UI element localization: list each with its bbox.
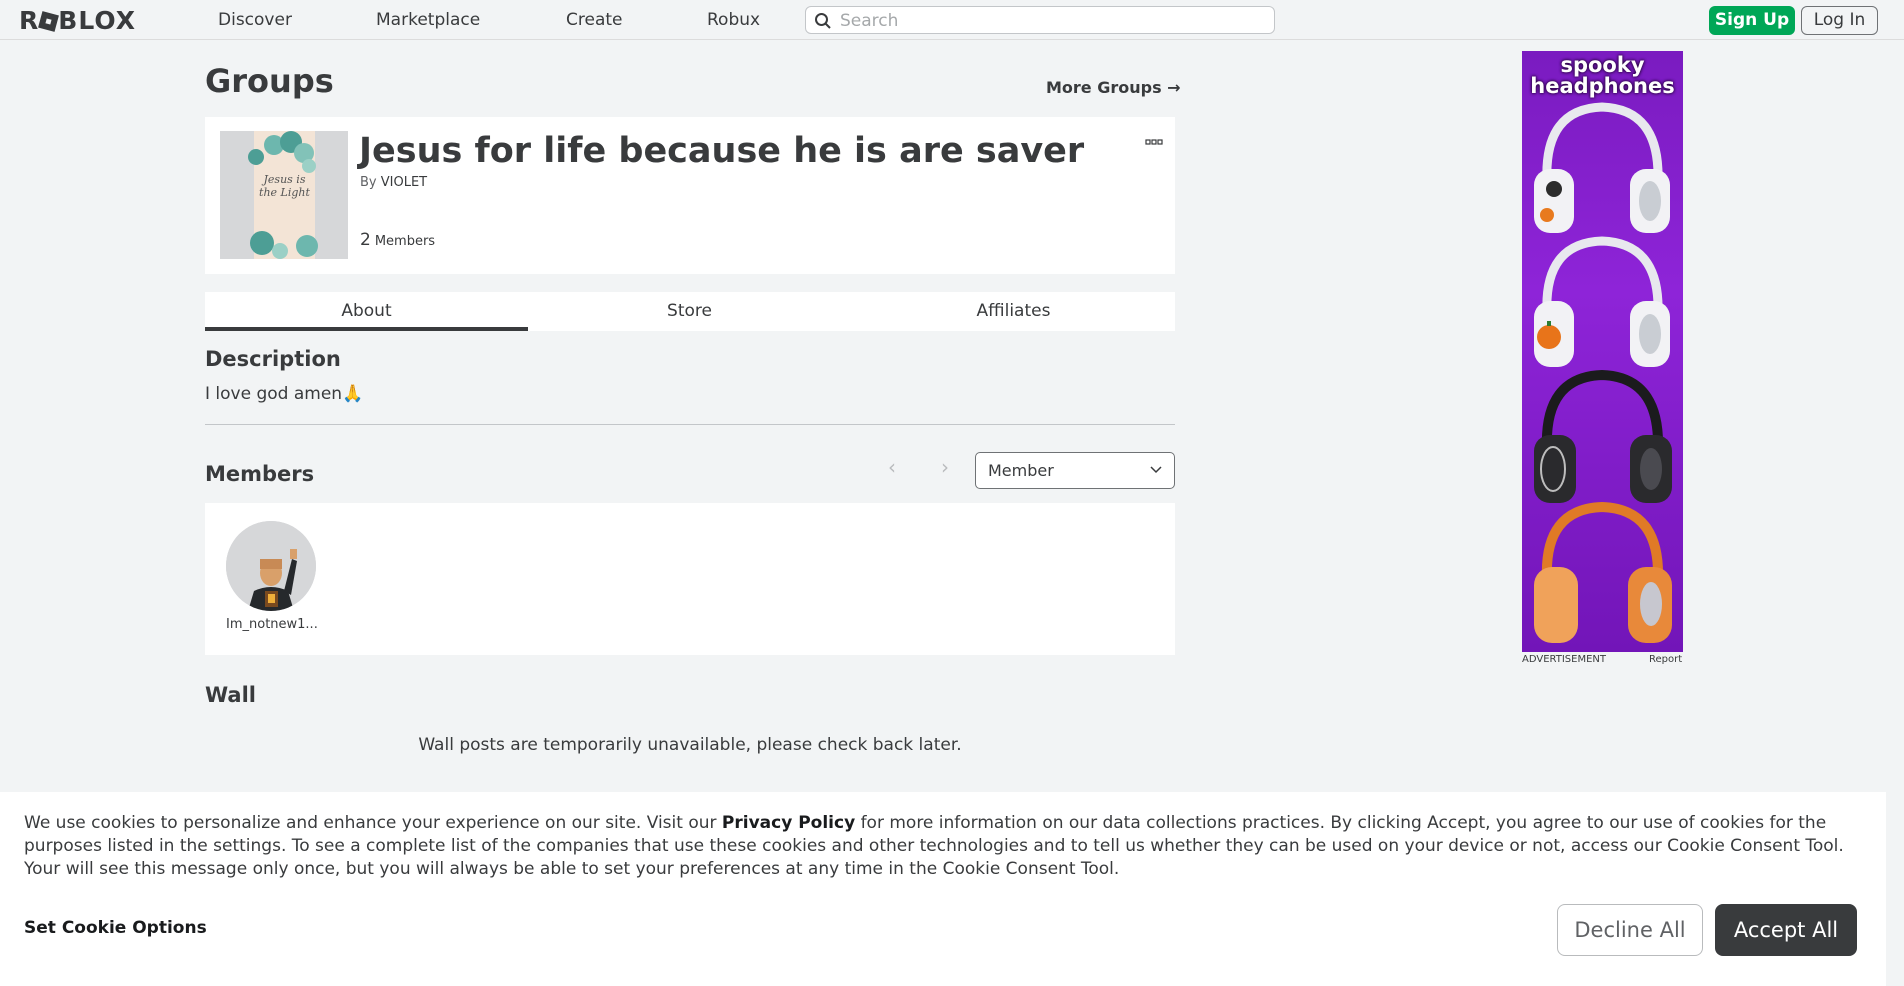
search-icon [815, 13, 831, 29]
group-header-card: Jesus is the Light Jesus for life becaus… [205, 117, 1175, 274]
cookie-consent-banner: We use cookies to personalize and enhanc… [0, 792, 1886, 986]
role-select-value: Member [988, 461, 1054, 480]
by-prefix: By [360, 175, 377, 190]
advertisement-banner[interactable]: spooky headphones [1522, 51, 1683, 652]
description-heading: Description [205, 347, 341, 371]
ad-headphones-illustration [1534, 102, 1672, 643]
more-groups-link[interactable]: More Groups → [1046, 78, 1181, 97]
page-title: Groups [205, 62, 334, 100]
nav-link-discover[interactable]: Discover [218, 10, 292, 30]
members-heading: Members [205, 462, 315, 486]
member-count-label: Members [374, 234, 436, 249]
group-emblem-text: Jesus is the Light [259, 173, 310, 199]
tab-store[interactable]: Store [528, 292, 851, 331]
decline-all-button[interactable]: Decline All [1557, 904, 1703, 956]
tab-affiliates[interactable]: Affiliates [852, 292, 1175, 331]
chevron-down-icon [1150, 466, 1162, 474]
group-name: Jesus for life because he is are saver [359, 131, 1085, 171]
set-cookie-options-link[interactable]: Set Cookie Options [24, 918, 207, 938]
login-button[interactable]: Log In [1801, 6, 1878, 35]
cookie-text-intro: We use cookies to personalize and enhanc… [24, 813, 722, 833]
roblox-logo[interactable]: R BLOX [19, 6, 136, 35]
privacy-policy-link[interactable]: Privacy Policy [722, 813, 855, 833]
group-tabs: About Store Affiliates [205, 292, 1175, 331]
member-count-value: 2 [360, 230, 371, 250]
logo-o-mark [38, 11, 60, 32]
group-emblem-art: Jesus is the Light [248, 131, 318, 259]
wall-unavailable-message: Wall posts are temporarily unavailable, … [418, 735, 962, 755]
cookie-consent-text: We use cookies to personalize and enhanc… [24, 812, 1869, 881]
group-owner-link[interactable]: VIOLET [381, 175, 427, 190]
member-name[interactable]: Im_notnew1... [226, 617, 318, 632]
tab-about[interactable]: About [205, 292, 528, 331]
members-list: Im_notnew1... [205, 503, 1175, 655]
more-options-icon[interactable] [1145, 133, 1163, 151]
member-avatar-figure [226, 521, 316, 611]
section-divider [205, 424, 1175, 425]
advertisement-label: ADVERTISEMENT [1522, 654, 1607, 665]
top-navigation-bar: R BLOX Discover Marketplace Create Robux … [0, 0, 1904, 40]
group-owner-line: By VIOLET [360, 175, 427, 190]
group-emblem: Jesus is the Light [220, 131, 348, 259]
report-ad-link[interactable]: Report [1649, 654, 1682, 665]
wall-heading: Wall [205, 683, 256, 707]
nav-link-marketplace[interactable]: Marketplace [376, 10, 480, 30]
search-box[interactable] [805, 6, 1275, 34]
member-avatar[interactable] [226, 521, 316, 611]
search-input[interactable] [838, 10, 1262, 32]
group-member-count: 2 Members [360, 230, 435, 250]
next-page-icon[interactable]: › [941, 455, 949, 479]
nav-link-create[interactable]: Create [566, 10, 623, 30]
description-text: I love god amen🙏 [205, 384, 364, 404]
role-select-dropdown[interactable]: Member [975, 452, 1175, 489]
previous-page-icon[interactable]: ‹ [888, 455, 896, 479]
accept-all-button[interactable]: Accept All [1715, 904, 1857, 956]
nav-link-robux[interactable]: Robux [707, 10, 760, 30]
signup-button[interactable]: Sign Up [1709, 6, 1795, 35]
